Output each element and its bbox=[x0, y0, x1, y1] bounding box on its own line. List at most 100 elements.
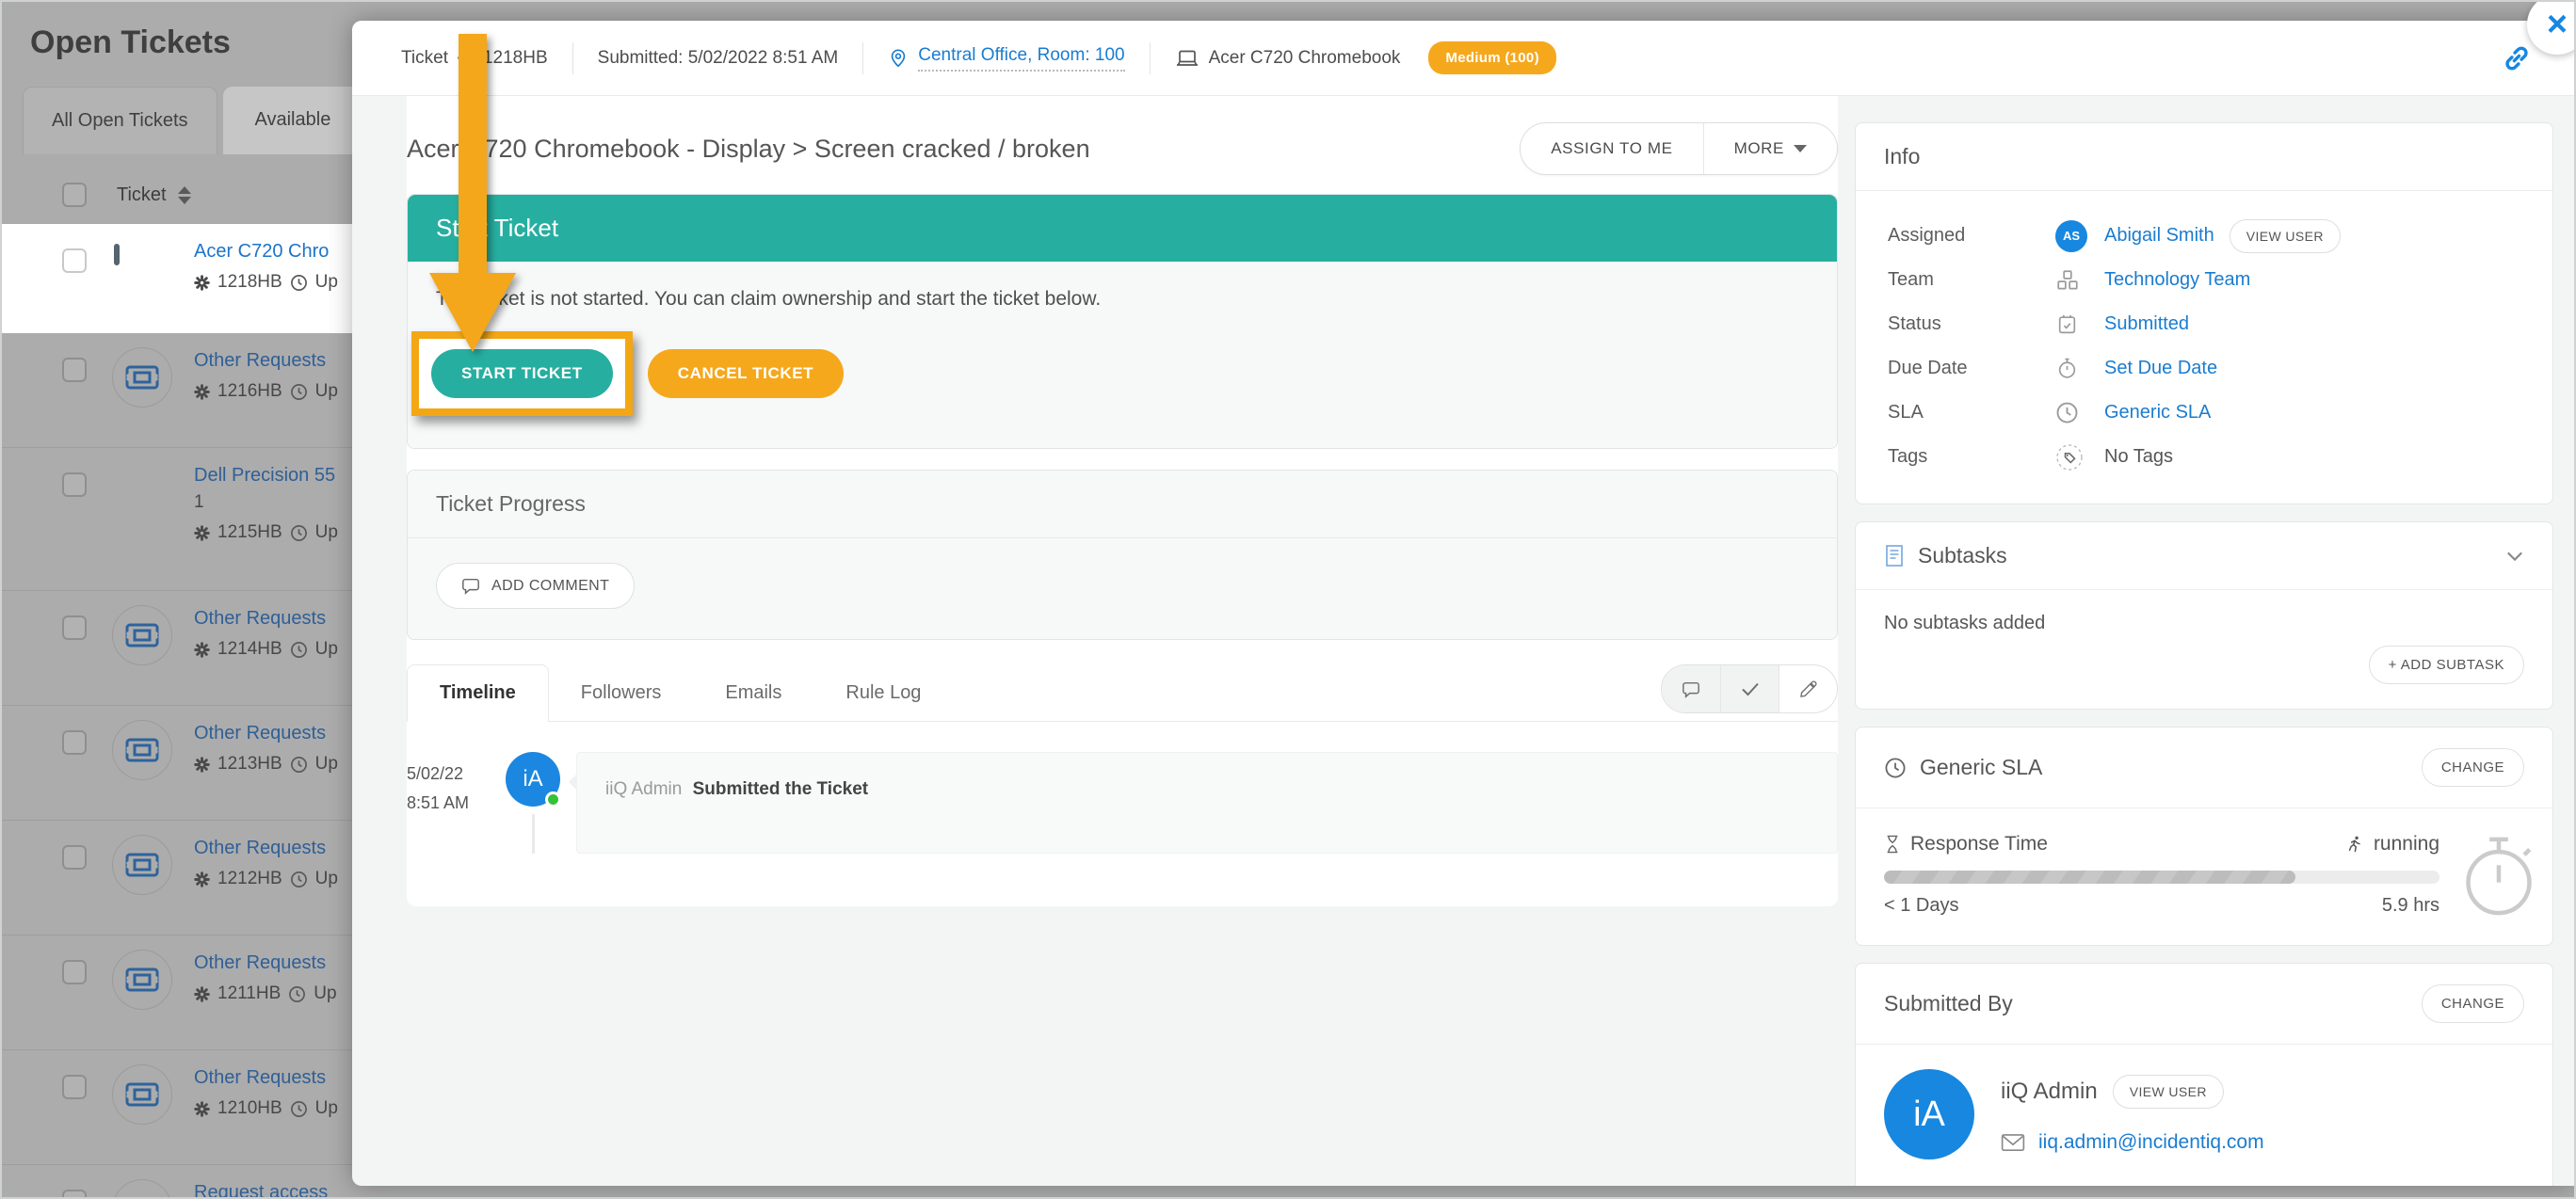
team-cubes-icon bbox=[2055, 268, 2080, 293]
row-checkbox[interactable] bbox=[62, 615, 87, 640]
sla-link[interactable]: Generic SLA bbox=[2104, 402, 2211, 424]
row-checkbox[interactable] bbox=[62, 845, 87, 870]
assign-to-me-button[interactable]: ASSIGN TO ME bbox=[1521, 123, 1702, 174]
ticket-id: 1213HB bbox=[217, 754, 282, 775]
subtasks-list-icon bbox=[1884, 544, 1905, 568]
copy-link-icon[interactable] bbox=[2501, 42, 2533, 74]
tab-all-open-tickets[interactable]: All Open Tickets bbox=[23, 87, 217, 154]
team-link[interactable]: Technology Team bbox=[2104, 269, 2250, 291]
change-sla-button[interactable]: CHANGE bbox=[2422, 748, 2524, 787]
ticket-row-1212[interactable]: Other Requests 1212HB Up bbox=[2, 821, 352, 935]
ticket-row-1214[interactable]: Other Requests 1214HB Up bbox=[2, 591, 352, 706]
timeline-event-bubble: iiQ Admin Submitted the Ticket bbox=[576, 752, 1838, 854]
row-checkbox[interactable] bbox=[62, 472, 87, 497]
tab-timeline[interactable]: Timeline bbox=[407, 664, 549, 722]
ticket-title-link[interactable]: Other Requests bbox=[194, 350, 352, 372]
timeline-actor: iiQ Admin bbox=[605, 779, 682, 799]
view-user-button[interactable]: VIEW USER bbox=[2113, 1075, 2224, 1109]
select-all-checkbox[interactable] bbox=[62, 183, 87, 207]
view-user-button[interactable]: VIEW USER bbox=[2230, 219, 2341, 253]
location-pin-icon bbox=[888, 47, 909, 70]
ticket-detail-modal: Ticket 1218HB Submitted: 5/02/2022 8:51 … bbox=[352, 21, 2574, 1186]
row-checkbox[interactable] bbox=[62, 730, 87, 755]
assignee-link[interactable]: Abigail Smith bbox=[2104, 225, 2214, 247]
ticket-title-link[interactable]: Request access bbox=[194, 1182, 352, 1199]
subtasks-card: Subtasks No subtasks added + ADD SUBTASK bbox=[1855, 521, 2553, 710]
clock-icon bbox=[1884, 757, 1907, 779]
info-row-due-date: Due Date Set Due Date bbox=[1888, 346, 2524, 391]
collapse-chevron-icon[interactable] bbox=[2505, 551, 2524, 562]
ticket-detail-header: Ticket 1218HB Submitted: 5/02/2022 8:51 … bbox=[352, 21, 2574, 96]
ticket-row-1215[interactable]: Dell Precision 55 1 1215HB Up bbox=[2, 448, 352, 591]
ticket-title-link[interactable]: Other Requests bbox=[194, 952, 352, 974]
ticket-title-link[interactable]: Dell Precision 55 bbox=[194, 465, 352, 487]
set-due-date-link[interactable]: Set Due Date bbox=[2104, 358, 2217, 379]
ticket-row-1211[interactable]: Other Requests 1211HB Up bbox=[2, 935, 352, 1050]
tab-emails[interactable]: Emails bbox=[693, 665, 813, 721]
ticket-id: 1214HB bbox=[217, 639, 282, 660]
ticket-title-link[interactable]: Other Requests bbox=[194, 838, 352, 859]
info-row-team: Team Technology Team bbox=[1888, 258, 2524, 302]
ticket-id: 1218HB bbox=[217, 272, 282, 293]
change-submitter-button[interactable]: CHANGE bbox=[2422, 984, 2524, 1023]
updated-label: Up bbox=[315, 272, 338, 293]
tab-rule-log[interactable]: Rule Log bbox=[813, 665, 953, 721]
tab-followers[interactable]: Followers bbox=[549, 665, 694, 721]
submitter-email-link[interactable]: iiq.admin@incidentiq.com bbox=[2038, 1131, 2264, 1154]
ticket-title-link[interactable]: Other Requests bbox=[194, 608, 352, 630]
subtasks-title: Subtasks bbox=[1918, 543, 2007, 568]
ticket-subtitle: 1 bbox=[194, 492, 352, 513]
ticket-progress-header: Ticket Progress bbox=[408, 471, 1837, 538]
sort-icon[interactable] bbox=[178, 186, 191, 204]
ticket-title-link[interactable]: Other Requests bbox=[194, 723, 352, 744]
info-row-status: Status Submitted bbox=[1888, 302, 2524, 346]
start-ticket-section-header: Start Ticket bbox=[408, 195, 1837, 262]
sla-state-label: running bbox=[2374, 833, 2439, 855]
filter-actions-button[interactable] bbox=[1720, 665, 1779, 712]
cancel-ticket-button[interactable]: CANCEL TICKET bbox=[648, 349, 844, 398]
timeline-filter-group bbox=[1661, 664, 1838, 713]
timeline-tabs: Timeline Followers Emails Rule Log bbox=[407, 664, 1838, 722]
ticket-id: 1212HB bbox=[217, 869, 282, 889]
avatar: iA bbox=[1884, 1069, 1974, 1159]
tags-value[interactable]: No Tags bbox=[2104, 446, 2173, 468]
row-checkbox[interactable] bbox=[62, 960, 87, 984]
ticket-number-icon bbox=[194, 275, 210, 291]
sla-card: Generic SLA CHANGE Response Time running bbox=[1855, 727, 2553, 946]
assignee-initials-badge: AS bbox=[2055, 220, 2087, 252]
ticket-title-link[interactable]: Other Requests bbox=[194, 1067, 352, 1089]
submitted-timestamp: Submitted: 5/02/2022 8:51 AM bbox=[598, 48, 839, 69]
ticket-row-1210[interactable]: Other Requests 1210HB Up bbox=[2, 1050, 352, 1165]
info-card-title: Info bbox=[1884, 144, 1920, 169]
sla-card-title: Generic SLA bbox=[1920, 755, 2042, 780]
updated-clock-icon bbox=[290, 756, 308, 774]
location-link[interactable]: Central Office, Room: 100 bbox=[918, 45, 1124, 72]
ticket-row-1213[interactable]: Other Requests 1213HB Up bbox=[2, 706, 352, 821]
row-checkbox[interactable] bbox=[62, 248, 87, 273]
ticket-row-1218[interactable]: Acer C720 Chro 1218HB Up bbox=[2, 224, 352, 333]
add-comment-button[interactable]: ADD COMMENT bbox=[436, 563, 635, 609]
more-button[interactable]: MORE bbox=[1703, 123, 1837, 174]
ticket-row-1216[interactable]: Other Requests 1216HB Up bbox=[2, 333, 352, 448]
filter-edits-button[interactable] bbox=[1779, 665, 1837, 712]
start-ticket-button[interactable]: START TICKET bbox=[431, 349, 613, 398]
ticket-title-link[interactable]: Acer C720 Chro bbox=[194, 241, 352, 263]
tab-available[interactable]: Available bbox=[223, 87, 352, 154]
status-link[interactable]: Submitted bbox=[2104, 313, 2189, 335]
device-thumbnail-icon bbox=[111, 237, 173, 299]
updated-label: Up bbox=[315, 639, 338, 660]
ticket-row-request-access[interactable]: Request access bbox=[2, 1165, 352, 1199]
info-card: Info Assigned AS Abigail Smith VIEW USER… bbox=[1855, 122, 2553, 504]
add-subtask-button[interactable]: + ADD SUBTASK bbox=[2369, 646, 2524, 684]
ticket-type-icon bbox=[111, 834, 173, 896]
updated-clock-icon bbox=[290, 524, 308, 542]
device-thumbnail-icon bbox=[111, 461, 173, 523]
row-checkbox[interactable] bbox=[62, 1190, 87, 1199]
ticket-type-icon bbox=[111, 719, 173, 781]
row-checkbox[interactable] bbox=[62, 358, 87, 382]
ticket-detail-body: Acer C720 Chromebook - Display > Screen … bbox=[352, 96, 2574, 1186]
filter-comments-button[interactable] bbox=[1662, 665, 1720, 712]
info-row-sla: SLA Generic SLA bbox=[1888, 391, 2524, 435]
ticket-type-icon bbox=[111, 604, 173, 666]
row-checkbox[interactable] bbox=[62, 1075, 87, 1099]
